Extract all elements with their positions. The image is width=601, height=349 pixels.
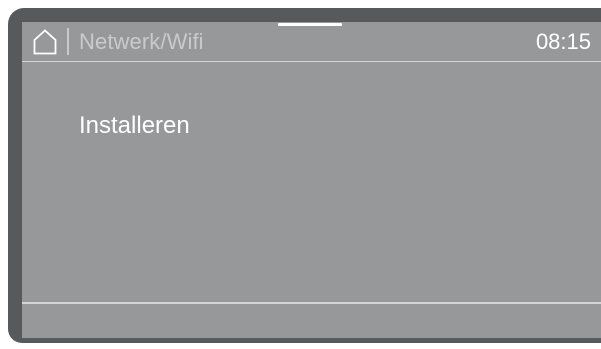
page-title: Netwerk/Wifi <box>79 29 204 54</box>
header-bar: Netwerk/Wifi 08:15 <box>22 22 601 62</box>
footer-divider <box>22 302 601 304</box>
home-icon[interactable] <box>33 29 57 55</box>
display-screen: Netwerk/Wifi 08:15 Installeren <box>22 22 601 338</box>
menu-item-installeren[interactable]: Installeren <box>79 111 190 141</box>
device-bezel: Netwerk/Wifi 08:15 Installeren <box>0 0 601 349</box>
clock-time: 08:15 <box>535 29 591 54</box>
top-handle <box>278 23 342 26</box>
header-divider <box>67 28 69 55</box>
